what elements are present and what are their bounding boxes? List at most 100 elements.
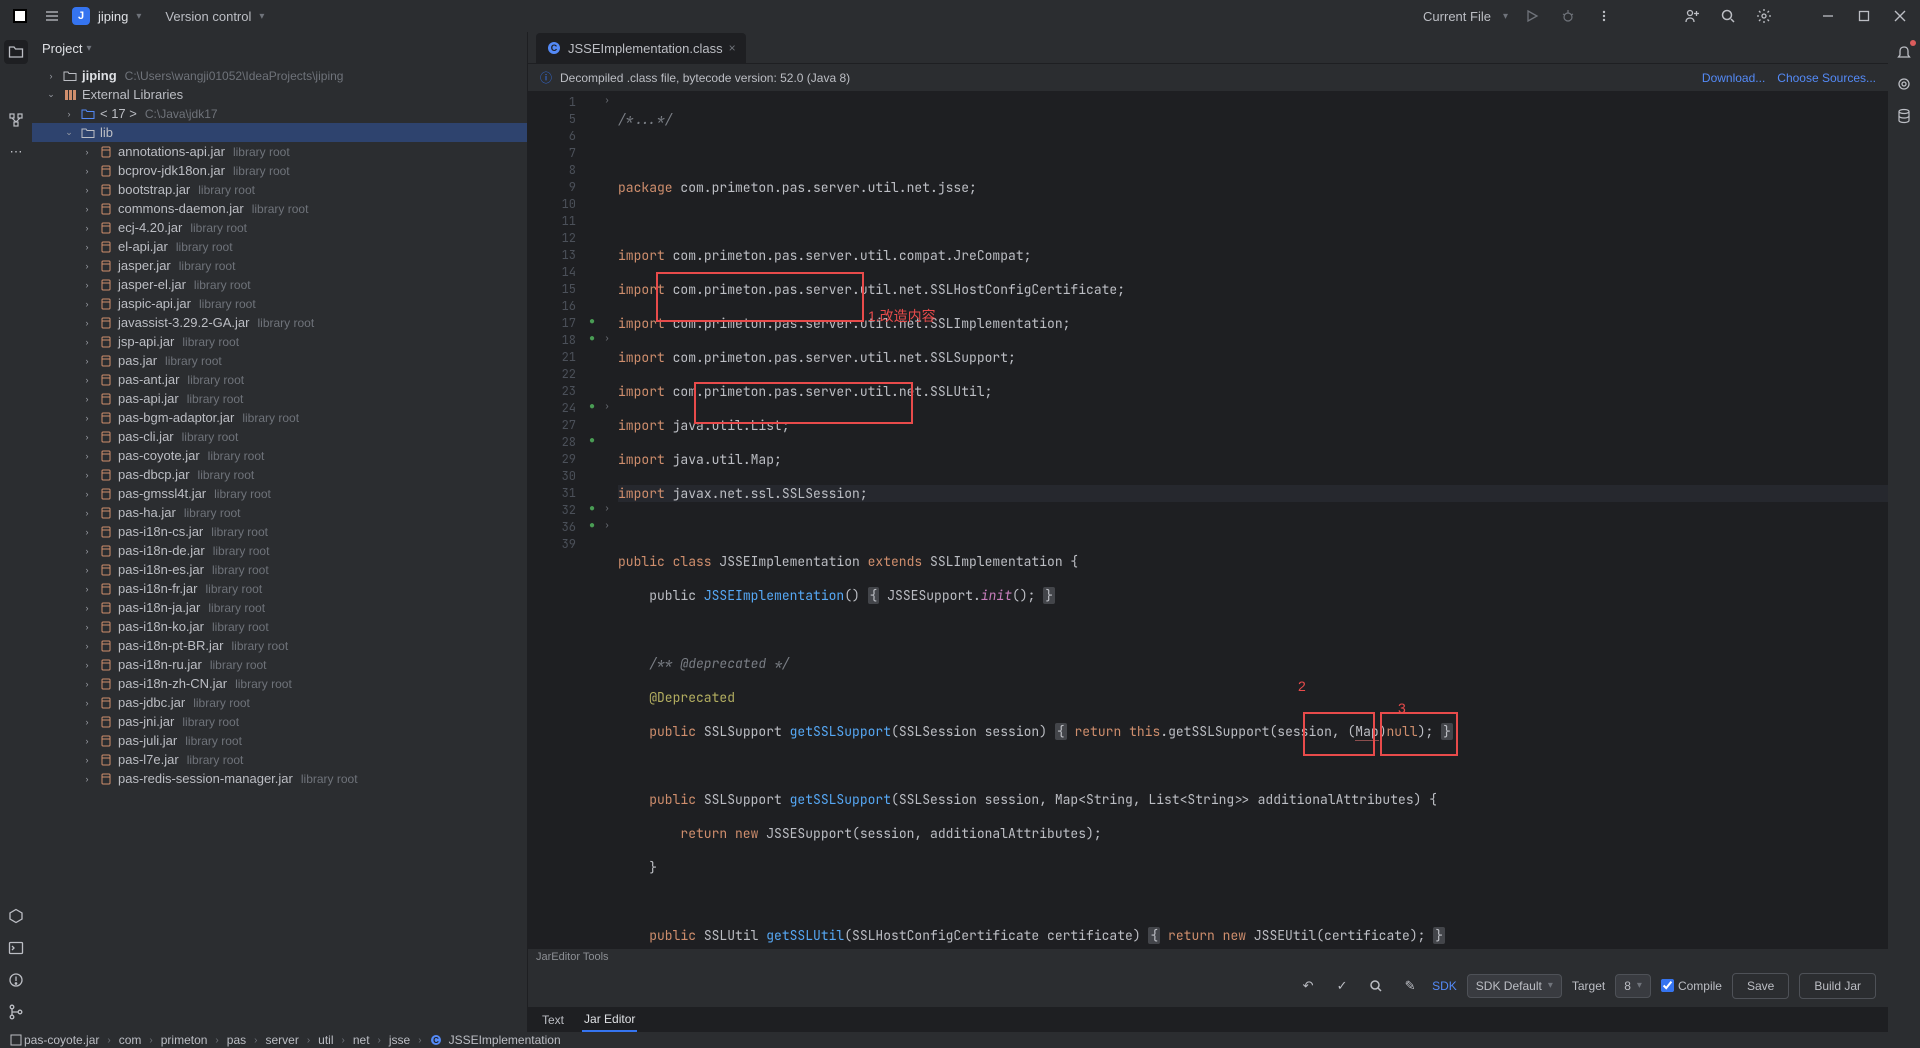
chevron-down-icon: ▾ bbox=[1503, 11, 1508, 22]
git-icon[interactable] bbox=[4, 1000, 28, 1024]
breadcrumb-icon[interactable] bbox=[8, 1033, 24, 1047]
sdk-label: SDK bbox=[1432, 979, 1457, 993]
tree-jar-item[interactable]: ›pas-juli.jarlibrary root bbox=[32, 731, 527, 750]
sdk-select[interactable]: SDK Default▾ bbox=[1467, 974, 1562, 998]
tree-jar-item[interactable]: ›commons-daemon.jarlibrary root bbox=[32, 199, 527, 218]
tree-jar-item[interactable]: ›pas-bgm-adaptor.jarlibrary root bbox=[32, 408, 527, 427]
tree-jar-item[interactable]: ›bcprov-jdk18on.jarlibrary root bbox=[32, 161, 527, 180]
maximize-icon[interactable] bbox=[1852, 4, 1876, 28]
tree-jar-item[interactable]: ›pas-i18n-de.jarlibrary root bbox=[32, 541, 527, 560]
tree-jar-item[interactable]: ›pas-cli.jarlibrary root bbox=[32, 427, 527, 446]
jar-editor-tab[interactable]: Jar Editor bbox=[582, 1008, 637, 1032]
debug-icon[interactable] bbox=[1556, 4, 1580, 28]
search-icon[interactable] bbox=[1716, 4, 1740, 28]
undo-icon[interactable]: ↶ bbox=[1296, 974, 1320, 998]
tab-label: JSSEImplementation.class bbox=[568, 41, 723, 56]
tree-jar-item[interactable]: ›pas.jarlibrary root bbox=[32, 351, 527, 370]
jar-tools-panel: JarEditor Tools ↶ ✓ ✎ SDK SDK Default▾ T… bbox=[528, 948, 1888, 1006]
decompiled-message: Decompiled .class file, bytecode version… bbox=[560, 71, 850, 85]
services-icon[interactable] bbox=[4, 904, 28, 928]
build-jar-button[interactable]: Build Jar bbox=[1799, 973, 1876, 999]
tree-jar-item[interactable]: ›pas-ant.jarlibrary root bbox=[32, 370, 527, 389]
database-tool-icon[interactable] bbox=[1892, 104, 1916, 128]
svg-text:C: C bbox=[551, 43, 558, 53]
wand-icon[interactable]: ✎ bbox=[1398, 974, 1422, 998]
search-tool-icon[interactable] bbox=[1364, 974, 1388, 998]
tree-jar-item[interactable]: ›bootstrap.jarlibrary root bbox=[32, 180, 527, 199]
tree-jar-item[interactable]: ›annotations-api.jarlibrary root bbox=[32, 142, 527, 161]
tree-jar-item[interactable]: ›pas-gmssl4t.jarlibrary root bbox=[32, 484, 527, 503]
editor-tab[interactable]: C JSSEImplementation.class × bbox=[536, 33, 746, 63]
tree-jar-item[interactable]: ›pas-coyote.jarlibrary root bbox=[32, 446, 527, 465]
info-icon: ⓘ bbox=[540, 69, 552, 86]
tree-jar-item[interactable]: ›pas-i18n-pt-BR.jarlibrary root bbox=[32, 636, 527, 655]
tree-jar-item[interactable]: ›pas-i18n-cs.jarlibrary root bbox=[32, 522, 527, 541]
terminal-icon[interactable] bbox=[4, 936, 28, 960]
tree-jar-item[interactable]: ›pas-jdbc.jarlibrary root bbox=[32, 693, 527, 712]
target-label: Target bbox=[1572, 979, 1605, 993]
chevron-down-icon: ▾ bbox=[136, 11, 141, 22]
run-icon[interactable] bbox=[1520, 4, 1544, 28]
tree-jar-item[interactable]: ›pas-jni.jarlibrary root bbox=[32, 712, 527, 731]
current-file-dropdown[interactable]: Current File bbox=[1423, 9, 1491, 24]
chevron-down-icon: ▾ bbox=[86, 43, 91, 54]
compile-checkbox[interactable]: Compile bbox=[1661, 979, 1722, 993]
target-select[interactable]: 8▾ bbox=[1615, 974, 1651, 998]
breadcrumbs[interactable]: pas-coyote.jar›com›primeton›pas›server›u… bbox=[24, 1033, 561, 1047]
download-link[interactable]: Download... bbox=[1702, 71, 1765, 85]
editor-area: C JSSEImplementation.class × ⓘ Decompile… bbox=[528, 32, 1888, 1032]
tree-lib-folder[interactable]: ⌄ lib bbox=[32, 123, 527, 142]
tree-jar-item[interactable]: ›pas-i18n-zh-CN.jarlibrary root bbox=[32, 674, 527, 693]
settings-icon[interactable] bbox=[1752, 4, 1776, 28]
line-gutter: 1567891011121314151617182122232427282930… bbox=[528, 92, 584, 948]
tree-jar-item[interactable]: ›el-api.jarlibrary root bbox=[32, 237, 527, 256]
close-tab-icon[interactable]: × bbox=[729, 41, 736, 55]
code-with-me-icon[interactable] bbox=[1680, 4, 1704, 28]
tree-external-libraries[interactable]: ⌄ External Libraries bbox=[32, 85, 527, 104]
notifications-icon[interactable] bbox=[1892, 40, 1916, 64]
choose-sources-link[interactable]: Choose Sources... bbox=[1777, 71, 1876, 85]
tree-jar-item[interactable]: ›jasper.jarlibrary root bbox=[32, 256, 527, 275]
more-icon[interactable] bbox=[1592, 4, 1616, 28]
ai-tool-icon[interactable] bbox=[1892, 72, 1916, 96]
code-content[interactable]: /*...*/ package com.primeton.pas.server.… bbox=[614, 92, 1888, 948]
problems-icon[interactable] bbox=[4, 968, 28, 992]
structure-tool-icon[interactable] bbox=[4, 108, 28, 132]
version-control-dropdown[interactable]: Version control bbox=[165, 9, 251, 24]
right-tool-strip bbox=[1888, 32, 1920, 1032]
project-panel-header[interactable]: Project ▾ bbox=[32, 32, 527, 64]
tree-jdk[interactable]: › < 17 > C:\Java\jdk17 bbox=[32, 104, 527, 123]
minimize-icon[interactable] bbox=[1816, 4, 1840, 28]
tree-jar-item[interactable]: ›pas-i18n-es.jarlibrary root bbox=[32, 560, 527, 579]
tree-jar-item[interactable]: ›pas-i18n-ja.jarlibrary root bbox=[32, 598, 527, 617]
close-icon[interactable] bbox=[1888, 4, 1912, 28]
hamburger-icon[interactable] bbox=[40, 4, 64, 28]
tree-project-root[interactable]: › jiping C:\Users\wangji01052\IdeaProjec… bbox=[32, 66, 527, 85]
project-tree[interactable]: › jiping C:\Users\wangji01052\IdeaProjec… bbox=[32, 64, 527, 1032]
tree-jar-item[interactable]: ›ecj-4.20.jarlibrary root bbox=[32, 218, 527, 237]
tree-jar-item[interactable]: ›pas-i18n-ru.jarlibrary root bbox=[32, 655, 527, 674]
project-name[interactable]: jiping bbox=[98, 9, 128, 24]
tree-jar-item[interactable]: ›pas-i18n-fr.jarlibrary root bbox=[32, 579, 527, 598]
more-tool-icon[interactable]: ⋯ bbox=[4, 140, 28, 164]
app-icon[interactable] bbox=[8, 4, 32, 28]
jar-tools-title: JarEditor Tools bbox=[528, 949, 1888, 965]
project-tool-icon[interactable] bbox=[4, 40, 28, 64]
tree-jar-item[interactable]: ›pas-l7e.jarlibrary root bbox=[32, 750, 527, 769]
tree-jar-item[interactable]: ›jsp-api.jarlibrary root bbox=[32, 332, 527, 351]
tree-jar-item[interactable]: ›jaspic-api.jarlibrary root bbox=[32, 294, 527, 313]
code-editor[interactable]: 1567891011121314151617182122232427282930… bbox=[528, 92, 1888, 948]
titlebar: J jiping ▾ Version control ▾ Current Fil… bbox=[0, 0, 1920, 32]
tree-jar-item[interactable]: ›pas-i18n-ko.jarlibrary root bbox=[32, 617, 527, 636]
svg-text:C: C bbox=[433, 1036, 439, 1045]
text-tab[interactable]: Text bbox=[540, 1009, 566, 1031]
tree-jar-item[interactable]: ›pas-ha.jarlibrary root bbox=[32, 503, 527, 522]
tree-jar-item[interactable]: ›pas-api.jarlibrary root bbox=[32, 389, 527, 408]
tree-jar-item[interactable]: ›jasper-el.jarlibrary root bbox=[32, 275, 527, 294]
save-button[interactable]: Save bbox=[1732, 973, 1789, 999]
tree-jar-item[interactable]: ›pas-dbcp.jarlibrary root bbox=[32, 465, 527, 484]
check-icon[interactable]: ✓ bbox=[1330, 974, 1354, 998]
tree-jar-item[interactable]: ›javassist-3.29.2-GA.jarlibrary root bbox=[32, 313, 527, 332]
tree-jar-item[interactable]: ›pas-redis-session-manager.jarlibrary ro… bbox=[32, 769, 527, 788]
editor-tabs: C JSSEImplementation.class × bbox=[528, 32, 1888, 64]
